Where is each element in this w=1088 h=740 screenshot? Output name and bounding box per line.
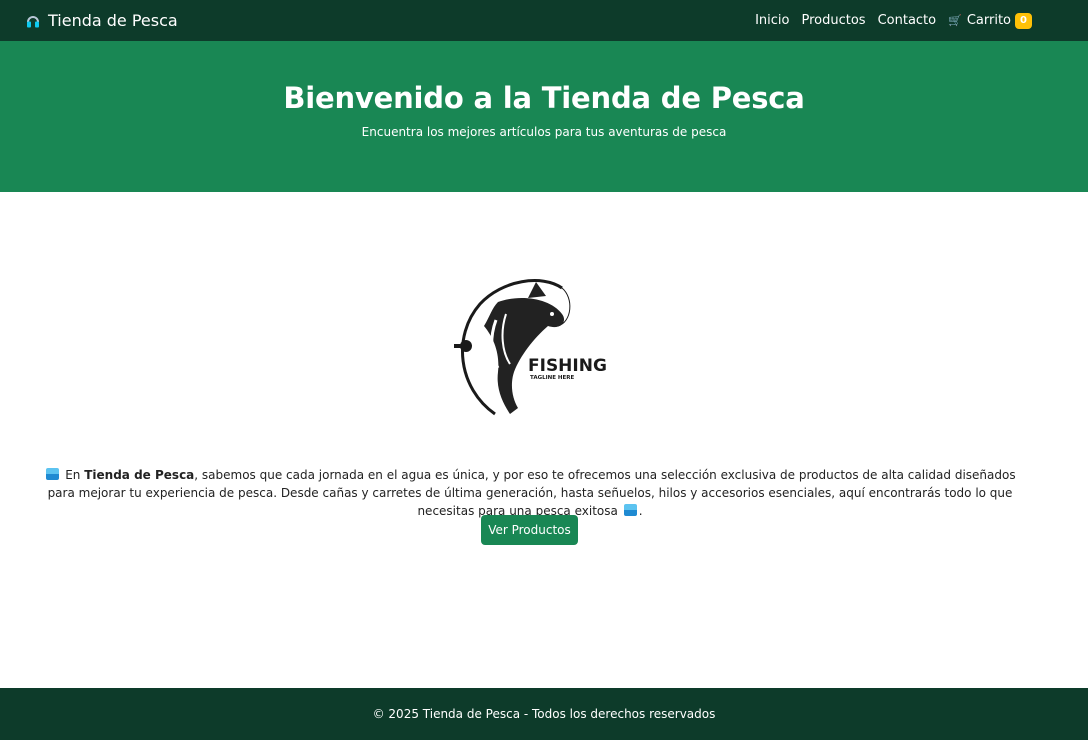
- intro-before: En: [65, 468, 85, 482]
- intro-brand: Tienda de Pesca: [84, 468, 195, 482]
- intro-paragraph: En Tienda de Pesca, sabemos que cada jor…: [30, 466, 1030, 520]
- brand-name: Tienda de Pesca: [48, 11, 178, 30]
- intro-end: .: [638, 504, 643, 518]
- headphones-icon: [27, 15, 39, 27]
- cart-count-badge: 0: [1015, 12, 1032, 29]
- nav-links: Inicio Productos Contacto 🛒 Carrito 0: [743, 0, 1032, 41]
- footer-text: © 2025 Tienda de Pesca - Todos los derec…: [372, 707, 716, 721]
- navbar: Tienda de Pesca Inicio Productos Contact…: [0, 0, 1088, 41]
- ver-productos-button[interactable]: Ver Productos: [481, 515, 578, 545]
- nav-link-contacto[interactable]: Contacto: [878, 13, 937, 28]
- nav-link-productos[interactable]: Productos: [801, 13, 865, 28]
- fishing-logo: FISHING TAGLINE HERE: [454, 279, 607, 416]
- water-emoji-icon: [623, 504, 637, 516]
- logo-tagline: TAGLINE HERE: [530, 375, 575, 381]
- water-emoji-icon: [46, 468, 60, 480]
- hero-subtitle: Encuentra los mejores artículos para tus…: [361, 125, 727, 139]
- nav-link-inicio[interactable]: Inicio: [755, 13, 789, 28]
- cart-label: Carrito: [966, 13, 1011, 28]
- shopping-cart-icon: 🛒: [948, 14, 962, 27]
- logo-word: FISHING: [528, 356, 607, 376]
- hero-banner: Bienvenido a la Tienda de Pesca Encuentr…: [0, 41, 1088, 192]
- hero-title: Bienvenido a la Tienda de Pesca: [283, 81, 805, 115]
- brand-link[interactable]: Tienda de Pesca: [26, 0, 178, 41]
- cart-link[interactable]: 🛒 Carrito 0: [948, 12, 1032, 29]
- footer: © 2025 Tienda de Pesca - Todos los derec…: [0, 688, 1088, 740]
